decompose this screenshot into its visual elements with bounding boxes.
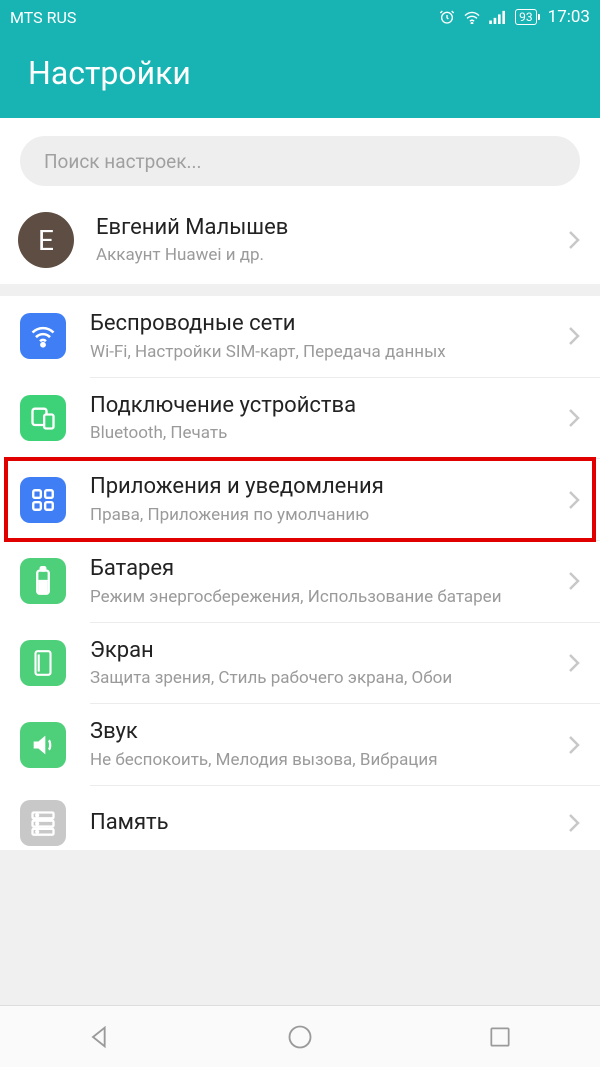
recent-button[interactable]: [483, 1020, 517, 1054]
item-title: Звук: [90, 718, 558, 747]
apps-icon: [20, 477, 66, 523]
chevron-right-icon: [568, 326, 580, 346]
navigation-bar: [0, 1005, 600, 1067]
display-icon: [20, 640, 66, 686]
chevron-right-icon: [568, 408, 580, 428]
chevron-right-icon: [568, 571, 580, 591]
item-sub: Bluetooth, Печать: [90, 422, 558, 444]
page-title: Настройки: [28, 54, 572, 92]
account-item[interactable]: Е Евгений Малышев Аккаунт Huawei и др.: [0, 196, 600, 284]
alarm-icon: [439, 9, 455, 25]
battery-icon: [20, 558, 66, 604]
search-placeholder: Поиск настроек...: [44, 150, 202, 173]
devices-icon: [20, 395, 66, 441]
chevron-right-icon: [568, 813, 580, 833]
search-container: Поиск настроек...: [0, 118, 600, 196]
carrier-label: MTS RUS: [10, 8, 76, 27]
item-sub: Права, Приложения по умолчанию: [90, 504, 558, 526]
item-title: Батарея: [90, 555, 558, 584]
avatar: Е: [18, 212, 74, 268]
page-header: Настройки: [0, 34, 600, 118]
item-sub: Режим энергосбережения, Использование ба…: [90, 586, 558, 608]
back-button[interactable]: [83, 1020, 117, 1054]
search-input[interactable]: Поиск настроек...: [20, 136, 580, 186]
account-name: Евгений Малышев: [96, 214, 558, 243]
wifi-icon: [20, 313, 66, 359]
status-icons: 93 17:03: [439, 7, 590, 27]
item-sound[interactable]: Звук Не беспокоить, Мелодия вызова, Вибр…: [0, 704, 600, 785]
home-button[interactable]: [283, 1020, 317, 1054]
wifi-icon: [463, 10, 481, 24]
status-bar: MTS RUS 93 17:03: [0, 0, 600, 34]
battery-icon: 93: [515, 9, 540, 25]
sound-icon: [20, 722, 66, 768]
signal-icon: [489, 10, 507, 24]
item-device-connection[interactable]: Подключение устройства Bluetooth, Печать: [0, 378, 600, 459]
chevron-right-icon: [568, 653, 580, 673]
item-battery[interactable]: Батарея Режим энергосбережения, Использо…: [0, 541, 600, 622]
item-sub: Wi-Fi, Настройки SIM-карт, Передача данн…: [90, 341, 558, 363]
item-storage[interactable]: Память: [0, 786, 600, 850]
item-apps-notifications[interactable]: Приложения и уведомления Права, Приложен…: [0, 459, 600, 540]
item-title: Беспроводные сети: [90, 310, 558, 339]
item-display[interactable]: Экран Защита зрения, Стиль рабочего экра…: [0, 623, 600, 704]
item-sub: Защита зрения, Стиль рабочего экрана, Об…: [90, 667, 558, 689]
item-title: Память: [90, 809, 558, 838]
item-title: Экран: [90, 637, 558, 666]
item-title: Приложения и уведомления: [90, 473, 558, 502]
storage-icon: [20, 800, 66, 846]
chevron-right-icon: [568, 735, 580, 755]
chevron-right-icon: [568, 230, 580, 250]
item-sub: Не беспокоить, Мелодия вызова, Вибрация: [90, 749, 558, 771]
item-title: Подключение устройства: [90, 392, 558, 421]
clock-label: 17:03: [548, 7, 590, 27]
account-sub: Аккаунт Huawei и др.: [96, 244, 558, 266]
item-wireless[interactable]: Беспроводные сети Wi-Fi, Настройки SIM-к…: [0, 296, 600, 377]
chevron-right-icon: [568, 490, 580, 510]
